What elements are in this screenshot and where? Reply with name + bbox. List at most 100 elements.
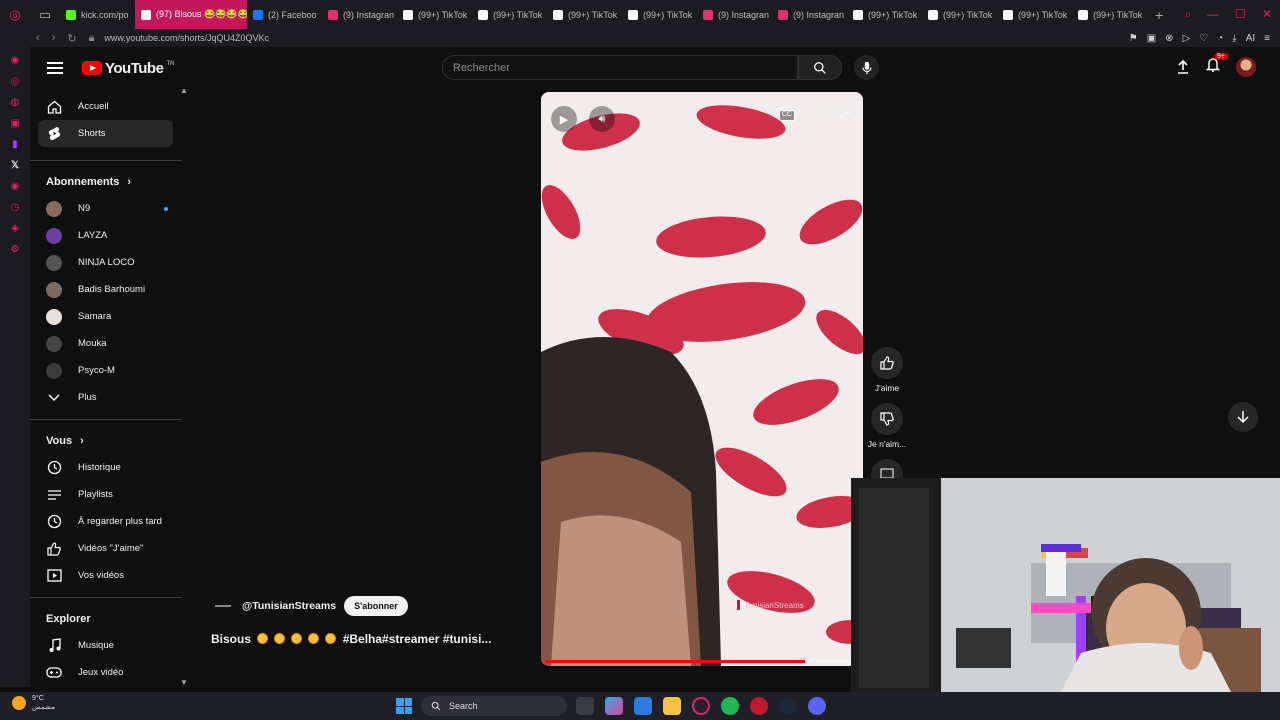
browser-tab[interactable]: (9) Instagran — [772, 0, 847, 29]
dislike-button[interactable] — [871, 403, 903, 435]
upload-icon[interactable] — [1176, 60, 1190, 74]
sidebar-item-shorts[interactable]: Shorts — [38, 120, 173, 147]
reload-icon[interactable]: ↻ — [67, 32, 76, 45]
aria-icon[interactable]: AI — [1246, 33, 1255, 44]
steam-icon[interactable] — [779, 697, 797, 715]
sidebar-explore-item[interactable]: Jeux vidéo — [30, 659, 190, 686]
sidebar-you-item[interactable]: À regarder plus tard — [30, 508, 190, 535]
sidebar-explore-item[interactable]: Musique — [30, 632, 190, 659]
history-icon[interactable]: ◷ — [11, 202, 20, 213]
windows-start-icon[interactable] — [396, 698, 412, 714]
twitch-icon[interactable]: ▮ — [12, 139, 18, 150]
you-header[interactable]: Vous › — [30, 428, 190, 454]
sidebar-subscription-item[interactable]: Psyco-M — [30, 357, 190, 384]
channel-name[interactable]: @TunisianStreams — [242, 600, 336, 612]
search-button[interactable] — [798, 55, 842, 80]
bookmark-icon[interactable]: ⚑ — [1129, 33, 1138, 44]
browser-tab[interactable]: (99+) TikTok — [1072, 0, 1147, 29]
video-progress-bar[interactable] — [546, 660, 858, 663]
taskbar-search[interactable]: Search — [421, 696, 567, 716]
subscriptions-header[interactable]: Abonnements › — [30, 169, 190, 195]
new-tab-button[interactable]: + — [1155, 7, 1163, 23]
spotify-icon[interactable] — [721, 697, 739, 715]
sidebar-show-more[interactable]: Plus — [30, 384, 190, 411]
scroll-up-arrow[interactable]: ▲ — [180, 86, 188, 95]
browser-tab[interactable]: (99+) TikTok — [997, 0, 1072, 29]
copilot-icon[interactable] — [605, 697, 623, 715]
sidebar-subscription-item[interactable]: LAYZA — [30, 222, 190, 249]
sidebar-item-accueil[interactable]: Accueil — [30, 93, 190, 120]
discord-icon[interactable] — [808, 697, 826, 715]
heart-icon[interactable]: ♡ — [1199, 33, 1208, 44]
whatsapp-icon[interactable]: ◍ — [11, 97, 20, 108]
sidebar-you-item[interactable]: Vos vidéos — [30, 562, 190, 589]
volume-button[interactable]: 🔊︎ — [589, 106, 615, 132]
more-options-icon[interactable]: ⋮ — [813, 110, 823, 121]
browser-tab[interactable]: (2) Faceboo — [247, 0, 322, 29]
messenger-icon[interactable]: ◉ — [11, 55, 20, 66]
shorts-video-player[interactable]: ▶ 🔊︎ CC ⋮ ⤢ TunisianStreams — [541, 92, 863, 666]
sidebar-subscription-item[interactable]: Badis Barhoumi — [30, 276, 190, 303]
menu-icon[interactable]: ≡ — [1264, 33, 1270, 44]
short-title[interactable]: Bisous #Belha#streamer #tunisi... — [211, 632, 491, 646]
account-avatar[interactable] — [1236, 57, 1256, 77]
sidebar-subscription-item[interactable]: N9 — [30, 195, 190, 222]
x-icon[interactable]: 𝕏 — [11, 160, 19, 171]
search-input[interactable]: Rechercher — [442, 55, 798, 80]
sidebar-subscription-item[interactable]: Samara — [30, 303, 190, 330]
player-icon[interactable]: ◉ — [11, 181, 20, 192]
browser-tab[interactable]: (9) Instagran — [697, 0, 772, 29]
browser-tab[interactable]: (99+) TikTok — [547, 0, 622, 29]
menu-icon[interactable] — [47, 62, 63, 74]
sidebar-you-item[interactable]: Historique — [30, 454, 190, 481]
sidebar-explore-item[interactable]: Sport — [30, 686, 190, 687]
instagram-icon[interactable]: ◎ — [11, 76, 20, 87]
voice-search-button[interactable] — [854, 55, 879, 80]
browser-tab[interactable]: (99+) TikTok — [472, 0, 547, 29]
close-button[interactable]: ✕ — [1262, 7, 1272, 22]
opera-gx-icon[interactable] — [692, 697, 710, 715]
snapshot-icon[interactable]: ▣ — [1147, 33, 1156, 44]
channel-avatar[interactable] — [212, 595, 234, 617]
back-icon[interactable]: ‹ — [36, 32, 40, 45]
browser-tab[interactable]: (97) Bisous 😂😂😂😂 — [135, 0, 247, 29]
like-button[interactable] — [871, 347, 903, 379]
browser-tab[interactable]: (99+) TikTok — [922, 0, 997, 29]
store-icon[interactable] — [634, 697, 652, 715]
browser-tab[interactable]: kick.com/po — [60, 0, 135, 29]
sidebar-subscription-item[interactable]: Mouka — [30, 330, 190, 357]
fullscreen-icon[interactable]: ⤢ — [841, 110, 849, 121]
sidebar-you-item[interactable]: Playlists — [30, 481, 190, 508]
game-app-icon[interactable] — [750, 697, 768, 715]
profile-icon[interactable]: ◔ — [1217, 33, 1223, 44]
next-short-button[interactable] — [1228, 402, 1258, 432]
notifications-button[interactable]: 9+ — [1205, 53, 1228, 77]
extensions-icon[interactable]: ◈ — [11, 223, 19, 234]
youtube-logo[interactable]: YouTube TN — [82, 60, 174, 77]
weather-widget[interactable]: 9°C مشمس — [12, 694, 55, 712]
subscribe-button[interactable]: S'abonner — [344, 596, 408, 616]
task-view-icon[interactable] — [576, 697, 594, 715]
sidebar-you-item[interactable]: Vidéos "J'aime" — [30, 535, 190, 562]
url-field[interactable]: www.youtube.com/shorts/JqQU4Z0QVKc — [104, 33, 269, 43]
opera-menu-icon[interactable]: ◎ — [0, 7, 30, 23]
search-tabs-icon[interactable]: ⌕ — [1184, 7, 1191, 22]
minimize-button[interactable]: — — [1207, 7, 1219, 22]
settings-icon[interactable]: ⚙ — [11, 244, 20, 255]
maximize-button[interactable]: ☐ — [1235, 7, 1246, 22]
browser-tab[interactable]: (99+) TikTok — [397, 0, 472, 29]
play-button[interactable]: ▶ — [551, 106, 577, 132]
captions-button[interactable]: CC — [778, 110, 795, 121]
player-icon[interactable]: ▷ — [1183, 33, 1191, 44]
sidebar-subscription-item[interactable]: NINJA LOCO — [30, 249, 190, 276]
browser-tab[interactable]: (99+) TikTok — [622, 0, 697, 29]
browser-tab[interactable]: (99+) TikTok — [847, 0, 922, 29]
scroll-down-arrow[interactable]: ▼ — [180, 678, 188, 687]
adblock-icon[interactable]: ⊗ — [1165, 33, 1173, 44]
browser-tab[interactable]: (9) Instagran — [322, 0, 397, 29]
download-icon[interactable]: ⤓ — [1232, 33, 1236, 44]
forward-icon[interactable]: › — [52, 32, 56, 45]
youtube-music-icon[interactable]: ▣ — [10, 118, 19, 129]
tab-list-icon[interactable]: ▭ — [30, 7, 60, 23]
file-explorer-icon[interactable] — [663, 697, 681, 715]
